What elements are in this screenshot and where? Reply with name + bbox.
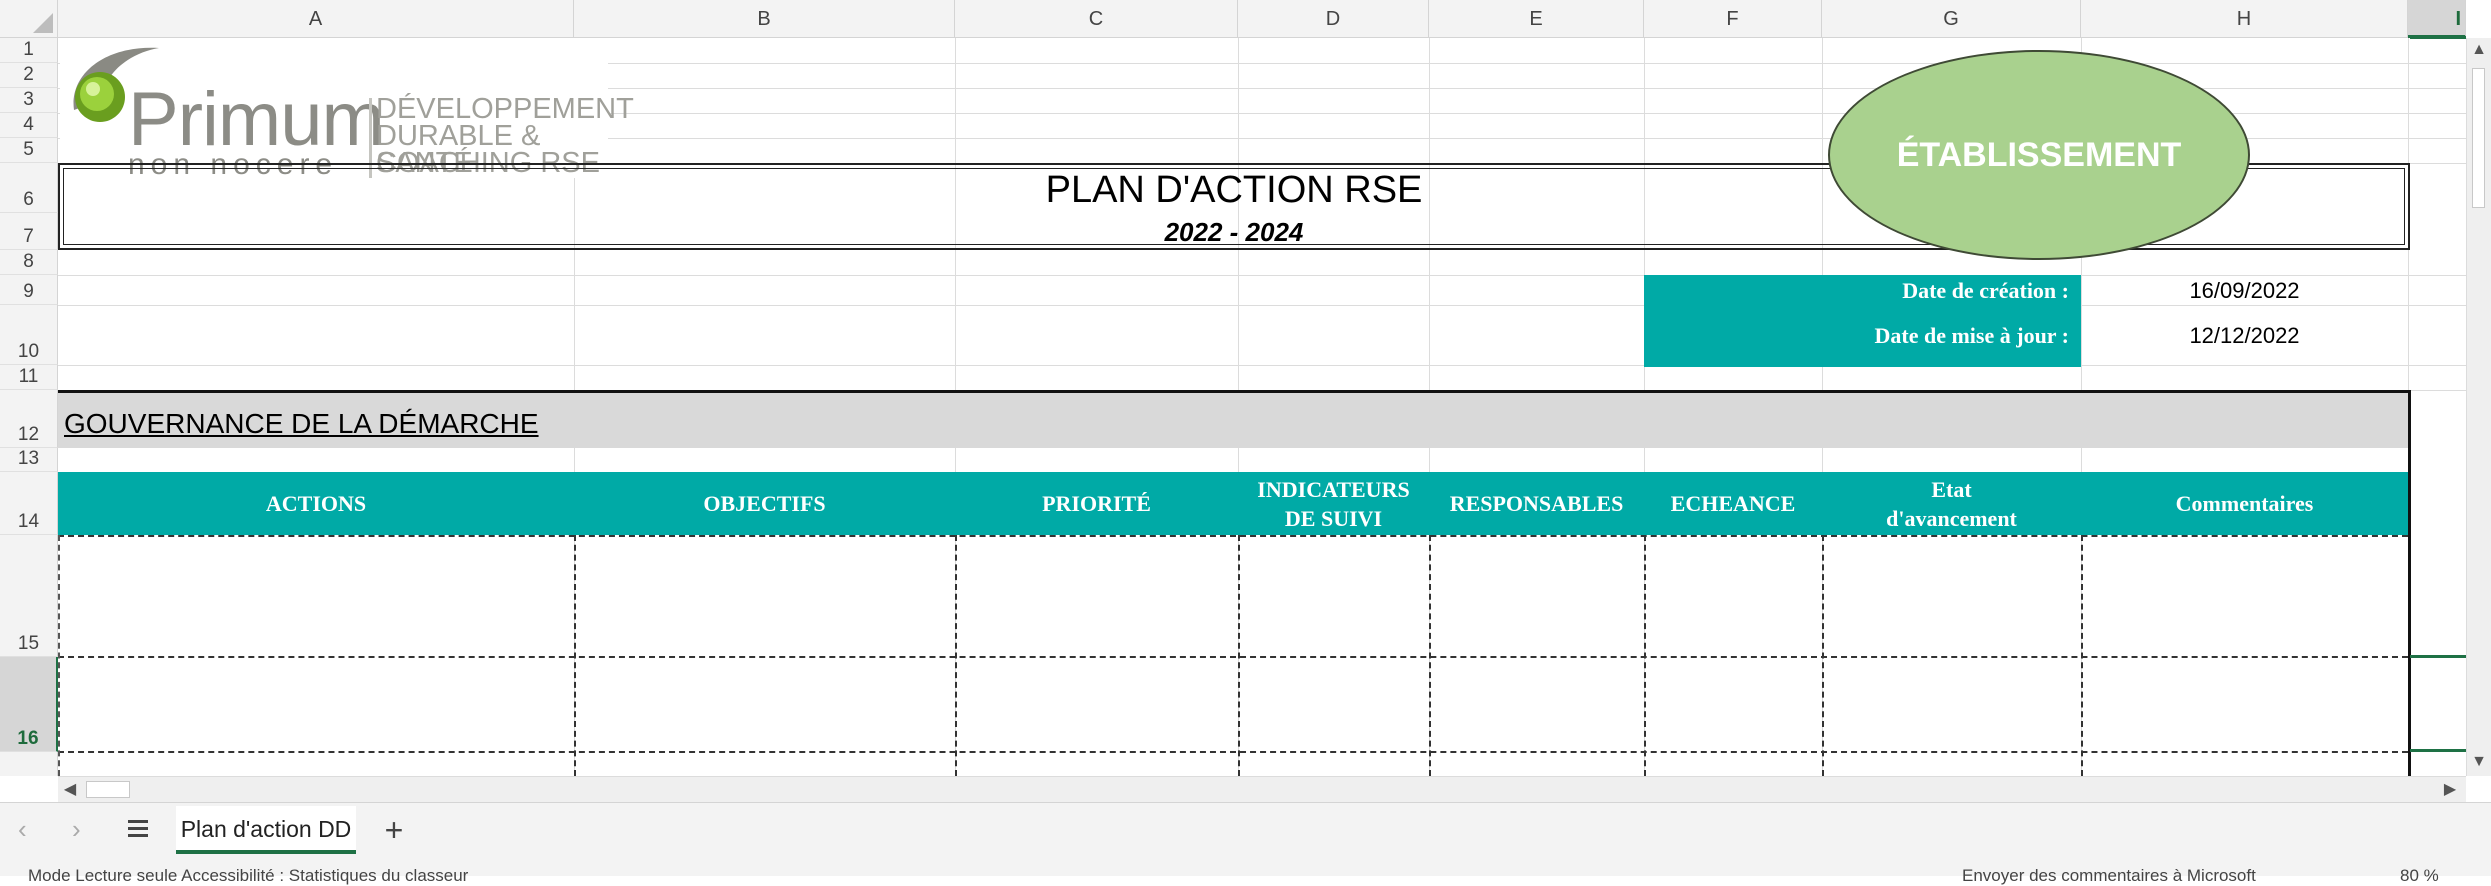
row-header-1[interactable]: 1 [0, 38, 58, 63]
logo-brand: Primum [128, 77, 385, 162]
column-header-h[interactable]: H [2081, 0, 2408, 38]
table-border [1238, 535, 1240, 776]
gridline [58, 365, 2466, 366]
column-header-i[interactable]: I [2408, 0, 2466, 38]
horizontal-scrollbar[interactable]: ◀ ▶ [58, 776, 2466, 802]
column-header-f[interactable]: F [1644, 0, 1822, 38]
table-border [58, 656, 2408, 658]
row-header-16[interactable]: 16 [0, 657, 58, 752]
status-left[interactable]: Mode Lecture seule Accessibilité : Stati… [28, 866, 468, 886]
scroll-down-icon[interactable]: ▼ [2467, 750, 2491, 774]
column-header-e[interactable]: E [1429, 0, 1644, 38]
column-header-a[interactable]: A [58, 0, 574, 38]
row-header-4[interactable]: 4 [0, 113, 58, 138]
section-title: GOUVERNANCE DE LA DÉMARCHE [64, 408, 539, 439]
establishment-badge[interactable]: ÉTABLISSEMENT [1828, 50, 2250, 260]
horizontal-scroll-thumb[interactable] [86, 781, 130, 798]
sheet-tab-plan-action[interactable]: Plan d'action DD [176, 806, 356, 854]
column-header-c[interactable]: C [955, 0, 1238, 38]
vertical-scroll-thumb[interactable] [2472, 68, 2485, 208]
header-etat-avancement: Etat d'avancement [1886, 476, 2017, 531]
row-header-11[interactable]: 11 [0, 365, 58, 390]
row-header-3[interactable]: 3 [0, 88, 58, 113]
header-responsables: RESPONSABLES [1449, 491, 1624, 516]
table-border [955, 535, 957, 776]
header-priorite: PRIORITÉ [1042, 491, 1151, 516]
table-border [1429, 535, 1431, 776]
row-header-5[interactable]: 5 [0, 138, 58, 163]
header-actions: ACTIONS [265, 491, 367, 516]
row-header-7[interactable]: 7 [0, 213, 58, 250]
table-border [2081, 535, 2083, 776]
table-border [58, 751, 2408, 753]
vertical-scrollbar[interactable]: ▲ ▼ [2466, 38, 2491, 776]
row-header-15[interactable]: 15 [0, 535, 58, 657]
row-header-10[interactable]: 10 [0, 305, 58, 365]
header-echeance: ECHEANCE [1670, 491, 1796, 516]
row-header-13[interactable]: 13 [0, 448, 58, 472]
next-sheet-icon[interactable]: › [72, 812, 102, 846]
table-border [1822, 535, 1824, 776]
scroll-left-icon[interactable]: ◀ [58, 777, 82, 801]
creation-date-label: Date de création : [1902, 278, 2069, 303]
creation-date-value[interactable]: 16/09/2022 [2081, 275, 2408, 305]
selected-cell[interactable] [2410, 655, 2466, 752]
row-header-8[interactable]: 8 [0, 250, 58, 275]
column-header-d[interactable]: D [1238, 0, 1429, 38]
column-header-b[interactable]: B [574, 0, 955, 38]
table-border [58, 535, 2408, 537]
header-objectifs: OBJECTIFS [703, 491, 826, 516]
table-border [1644, 535, 1646, 776]
zoom-level[interactable]: 80 % [2400, 866, 2439, 886]
row-header-12[interactable]: 12 [0, 390, 58, 448]
selected-column-marker [2410, 36, 2466, 39]
header-indicateurs: INDICATEURS DE SUIVI [1257, 476, 1410, 531]
select-all-corner[interactable] [0, 0, 58, 38]
row-header-9[interactable]: 9 [0, 275, 58, 305]
primum-logo: Primum non nocere DÉVELOPPEMENT DURABLE … [60, 38, 634, 180]
add-sheet-icon[interactable]: + [378, 810, 410, 850]
row-header-2[interactable]: 2 [0, 63, 58, 88]
sheet-tab-bar [0, 802, 2491, 858]
scroll-right-icon[interactable]: ▶ [2438, 777, 2462, 801]
row-header-6[interactable]: 6 [0, 163, 58, 213]
table-border [58, 535, 60, 776]
feedback-link[interactable]: Envoyer des commentaires à Microsoft [1962, 866, 2256, 886]
sheet-list-icon[interactable] [124, 812, 158, 846]
row-header-17[interactable] [0, 752, 58, 776]
prev-sheet-icon[interactable]: ‹ [18, 812, 48, 846]
logo-line-1: DÉVELOPPEMENT [376, 93, 634, 125]
column-header-g[interactable]: G [1822, 0, 2081, 38]
table-border [574, 535, 576, 776]
header-commentaires: Commentaires [2175, 491, 2314, 516]
select-all-icon [33, 13, 53, 33]
row-header-14[interactable]: 14 [0, 472, 58, 535]
update-date-label: Date de mise à jour : [1874, 323, 2070, 348]
update-date-value[interactable]: 12/12/2022 [2081, 305, 2408, 365]
scroll-up-icon[interactable]: ▲ [2467, 38, 2491, 62]
